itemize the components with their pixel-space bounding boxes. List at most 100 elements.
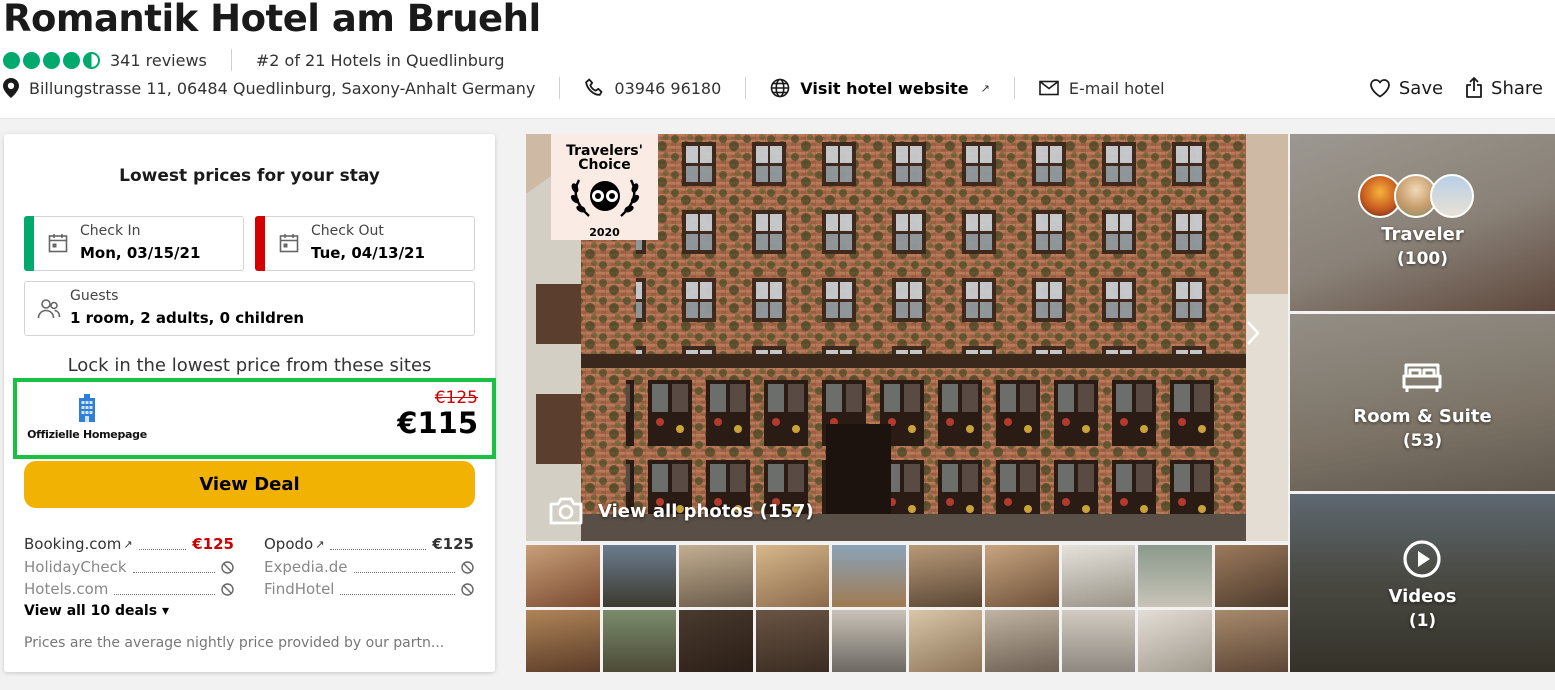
view-all-deals-link[interactable]: View all 10 deals ▾ xyxy=(24,603,169,619)
divider xyxy=(745,77,747,99)
globe-icon xyxy=(770,78,790,98)
dotted-leader xyxy=(330,549,427,550)
reviews-link[interactable]: 341 reviews xyxy=(110,51,207,70)
view-all-deals-label: View all 10 deals xyxy=(24,603,158,619)
view-deal-button[interactable]: View Deal xyxy=(24,461,475,508)
badge-year: 2020 xyxy=(589,226,620,239)
check-in-accent xyxy=(24,216,34,271)
address-item[interactable]: Billungstrasse 11, 06484 Quedlinburg, Sa… xyxy=(3,78,535,98)
calendar-icon xyxy=(279,234,299,253)
chevron-right-icon[interactable] xyxy=(1246,320,1260,346)
caret-down-icon: ▾ xyxy=(161,603,169,619)
photo-thumbnail[interactable] xyxy=(985,545,1059,607)
badge-line1: Travelers' xyxy=(566,143,643,159)
rating-bubble-icon xyxy=(3,51,20,69)
share-button[interactable]: Share xyxy=(1465,77,1543,99)
price-disclaimer: Prices are the average nightly price pro… xyxy=(24,635,445,651)
tile-label: Room & Suite xyxy=(1353,406,1492,427)
photo-thumbnail[interactable] xyxy=(908,545,982,607)
photo-thumbnail[interactable] xyxy=(602,545,676,607)
check-out-accent xyxy=(255,216,265,271)
avatar xyxy=(1430,174,1474,218)
traveler-photos-tile[interactable]: Traveler (100) xyxy=(1290,134,1555,311)
photo-thumbnail[interactable] xyxy=(832,610,906,672)
rating-bubbles[interactable] xyxy=(3,51,100,69)
photo-thumbnail[interactable] xyxy=(526,545,600,607)
save-label: Save xyxy=(1398,77,1444,99)
map-pin-icon xyxy=(3,78,19,98)
share-icon xyxy=(1466,77,1482,98)
photo-thumbnail[interactable] xyxy=(832,545,906,607)
website-link[interactable]: Visit hotel website ↗ xyxy=(770,78,990,98)
deal-provider: Booking.com xyxy=(24,535,122,553)
check-in-value: Mon, 03/15/21 xyxy=(80,244,201,262)
hotel-title: Romantik Hotel am Bruehl xyxy=(3,0,541,40)
badge-line2: Choice xyxy=(578,157,631,173)
deal-provider: HolidayCheck xyxy=(24,558,127,576)
calendar-icon xyxy=(48,234,68,253)
pricing-heading: Lowest prices for your stay xyxy=(119,166,380,186)
phone-item[interactable]: 03946 96180 xyxy=(584,78,721,98)
tile-label: Traveler xyxy=(1381,224,1464,245)
lock-in-text: Lock in the lowest price from these site… xyxy=(67,355,432,376)
photo-thumbnail[interactable] xyxy=(908,610,982,672)
photo-thumbnail[interactable] xyxy=(679,545,753,607)
deal-row[interactable]: Booking.com ↗ €125 xyxy=(24,534,234,554)
divider xyxy=(559,77,561,99)
photo-thumbnail[interactable] xyxy=(1214,610,1288,672)
photo-thumbnail[interactable] xyxy=(755,610,829,672)
building-icon xyxy=(79,394,95,422)
deal-row[interactable]: FindHotel xyxy=(264,579,474,599)
check-out-field[interactable]: Check Out Tue, 04/13/21 xyxy=(255,216,475,271)
photo-thumbnail[interactable] xyxy=(602,610,676,672)
dotted-leader xyxy=(353,572,455,573)
email-text: E-mail hotel xyxy=(1068,78,1165,98)
tile-count: (1) xyxy=(1408,611,1437,631)
unavailable-icon xyxy=(221,582,234,596)
deal-row[interactable]: HolidayCheck xyxy=(24,557,234,577)
photo-thumbnail[interactable] xyxy=(985,610,1059,672)
deal-price: €125 xyxy=(192,535,234,553)
deal-row[interactable]: Opodo ↗ €125 xyxy=(264,534,474,554)
bed-icon xyxy=(1402,363,1442,392)
dotted-leader xyxy=(114,594,215,595)
photo-thumbnail[interactable] xyxy=(1138,545,1212,607)
deal-row[interactable]: Hotels.com xyxy=(24,579,234,599)
ranking-link[interactable]: #2 of 21 Hotels in Quedlinburg xyxy=(256,51,505,70)
old-price: €125 xyxy=(434,388,478,408)
provider-logo: Offizielle Homepage xyxy=(27,394,147,441)
room-suite-tile[interactable]: Room & Suite (53) xyxy=(1290,314,1555,491)
pricing-card: Lowest prices for your stay Check In Mon… xyxy=(4,134,496,672)
tile-count: (53) xyxy=(1402,431,1443,451)
deal-row[interactable]: Expedia.de xyxy=(264,557,474,577)
unavailable-icon xyxy=(461,582,474,596)
traveler-avatars xyxy=(1358,174,1474,218)
tile-overlay xyxy=(1290,134,1555,311)
photo-thumbnail[interactable] xyxy=(1214,545,1288,607)
save-button[interactable]: Save xyxy=(1369,78,1443,99)
rating-bubble-icon xyxy=(23,51,40,69)
photo-thumbnail[interactable] xyxy=(755,545,829,607)
photo-thumbnail[interactable] xyxy=(1061,610,1135,672)
email-link[interactable]: E-mail hotel xyxy=(1039,79,1165,98)
guests-icon xyxy=(37,299,61,319)
view-all-photos-button[interactable]: View all photos (157) xyxy=(548,496,814,526)
photo-thumbnail[interactable] xyxy=(1138,610,1212,672)
photo-thumbnail[interactable] xyxy=(1061,545,1135,607)
featured-deal[interactable]: Offizielle Homepage €125 €115 xyxy=(13,378,496,459)
dotted-leader xyxy=(138,549,187,550)
guests-field[interactable]: Guests 1 room, 2 adults, 0 children xyxy=(24,281,475,336)
heart-icon xyxy=(1369,79,1390,98)
page-actions: Save Share xyxy=(1369,76,1543,100)
deal-provider: Opodo xyxy=(264,535,314,553)
deal-provider: Expedia.de xyxy=(264,558,348,576)
videos-tile[interactable]: Videos (1) xyxy=(1290,494,1555,672)
check-in-label: Check In xyxy=(80,223,141,239)
unavailable-icon xyxy=(461,560,474,574)
check-in-field[interactable]: Check In Mon, 03/15/21 xyxy=(24,216,244,271)
main-photo[interactable]: Travelers' Choice 2020 View all photos (… xyxy=(526,134,1288,541)
photo-thumbnail[interactable] xyxy=(526,610,600,672)
photo-thumbnail[interactable] xyxy=(679,610,753,672)
play-icon xyxy=(1403,540,1441,578)
contact-row: Billungstrasse 11, 06484 Quedlinburg, Sa… xyxy=(3,76,1165,100)
